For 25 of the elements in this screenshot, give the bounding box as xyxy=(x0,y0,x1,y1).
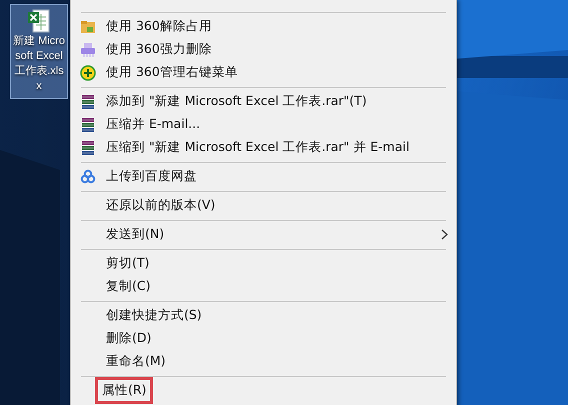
menu-item[interactable]: 属性(R) xyxy=(98,380,150,401)
menu-item[interactable]: 剪切(T) xyxy=(104,255,152,272)
menu-item[interactable]: 创建快捷方式(S) xyxy=(104,307,204,324)
plus-circle-icon xyxy=(80,64,96,80)
books-icon xyxy=(80,94,96,110)
menu-item[interactable]: 使用 360管理右键菜单 xyxy=(104,64,240,81)
menu-item[interactable]: 删除(D) xyxy=(104,330,154,347)
shredder-icon xyxy=(80,42,96,58)
books-icon xyxy=(80,116,96,132)
menu-item[interactable]: 压缩并 E-mail... xyxy=(104,116,202,133)
menu-item[interactable]: 使用 360强力删除 xyxy=(104,41,214,58)
menu-item[interactable]: 复制(C) xyxy=(104,278,152,295)
menu-item[interactable]: 压缩到 "新建 Microsoft Excel 工作表.rar" 并 E-mail xyxy=(104,139,412,156)
menu-item[interactable]: 上传到百度网盘 xyxy=(104,168,199,185)
menu-item[interactable]: 使用 360解除占用 xyxy=(104,18,214,35)
books-icon xyxy=(80,140,96,156)
menu-item[interactable]: 重命名(M) xyxy=(104,353,168,370)
cloud-icon xyxy=(80,168,96,184)
desktop-icon[interactable]: 新建 Microsoft Excel 工作表.xlsx xyxy=(10,4,68,99)
menu-item[interactable]: 发送到(N) xyxy=(104,226,166,243)
file-name: 新建 Microsoft Excel 工作表.xlsx xyxy=(12,34,66,94)
menu-item[interactable]: 还原以前的版本(V) xyxy=(104,197,218,214)
folder-icon xyxy=(80,18,96,34)
spreadsheet-icon xyxy=(27,8,51,34)
menu-item[interactable]: 添加到 "新建 Microsoft Excel 工作表.rar"(T) xyxy=(104,93,369,110)
